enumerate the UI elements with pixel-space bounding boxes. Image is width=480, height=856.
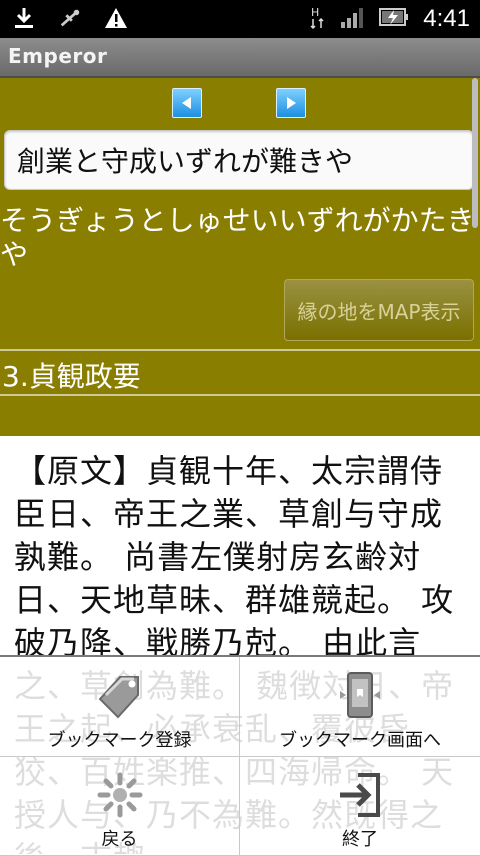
arrow-left-icon — [182, 97, 191, 109]
svg-text:H: H — [311, 6, 319, 19]
back-icon — [94, 769, 146, 821]
menu-item-back[interactable]: 戻る — [0, 757, 240, 856]
bookmark-add-icon — [94, 669, 146, 721]
phrase-reading: そうぎょうとしゅせいいずれがかたきや — [0, 204, 475, 271]
hsdpa-icon: H — [309, 4, 327, 34]
menu-label: ブックマーク画面へ — [279, 730, 441, 751]
battery-charging-icon — [379, 6, 409, 32]
divider — [0, 349, 480, 351]
menu-item-bookmark-view[interactable]: ブックマーク画面へ — [240, 657, 480, 757]
exit-icon — [334, 769, 386, 821]
arrow-right-icon — [287, 97, 296, 109]
next-button[interactable] — [276, 88, 306, 118]
warning-icon — [104, 6, 128, 30]
menu-item-bookmark-add[interactable]: ブックマーク登録 — [0, 657, 240, 757]
section-title: 3.貞観政要 — [2, 360, 141, 393]
previous-button[interactable] — [172, 88, 202, 118]
signal-icon — [341, 6, 365, 32]
divider — [0, 394, 480, 396]
phrase-text: 創業と守成いずれが難きや — [17, 145, 354, 178]
download-icon — [12, 6, 36, 30]
menu-label: ブックマーク登録 — [47, 730, 192, 751]
title-bar: Emperor — [0, 38, 480, 78]
menu-item-exit[interactable]: 終了 — [240, 757, 480, 856]
usb-debug-icon — [58, 6, 82, 30]
options-menu: ブックマーク登録 ブックマーク画面へ 戻る 終了 — [0, 655, 480, 856]
bookmark-view-icon — [334, 669, 386, 721]
app-title: Emperor — [8, 44, 108, 68]
phrase-field[interactable]: 創業と守成いずれが難きや — [4, 130, 474, 190]
status-bar: H 4:41 — [0, 0, 480, 38]
clock: 4:41 — [423, 5, 470, 32]
phrase-panel: 創業と守成いずれが難きや そうぎょうとしゅせいいずれがかたきや 縁の地をMAP表… — [0, 78, 480, 436]
menu-label: 終了 — [342, 829, 378, 850]
menu-label: 戻る — [101, 829, 138, 850]
map-button[interactable]: 縁の地をMAP表示 — [284, 279, 474, 341]
panel-scrollbar[interactable] — [472, 78, 478, 228]
